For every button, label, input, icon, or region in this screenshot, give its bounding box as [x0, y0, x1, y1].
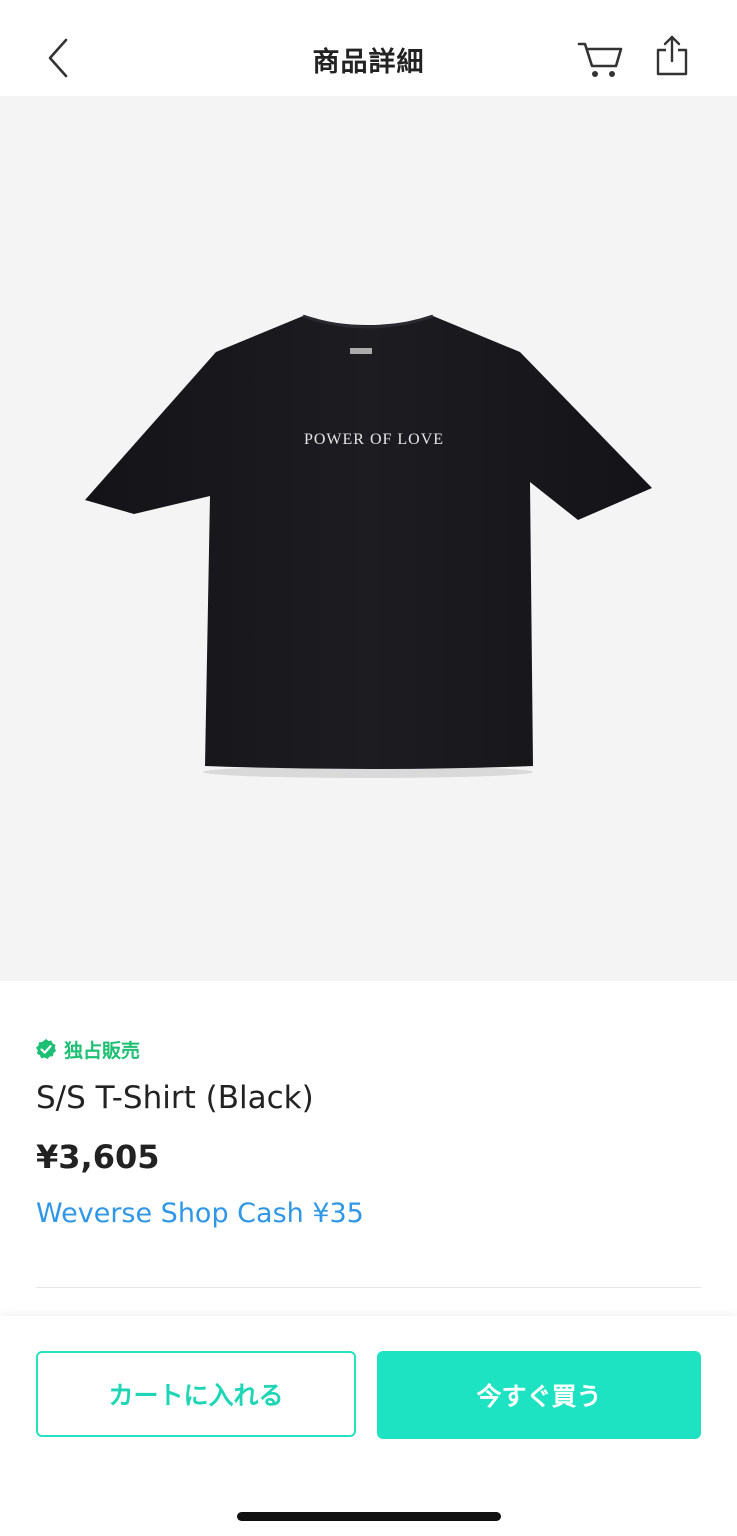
share-button[interactable]: [654, 34, 690, 78]
cart-icon: [577, 42, 623, 77]
verified-check-icon: [36, 1039, 56, 1059]
home-indicator: [237, 1512, 501, 1521]
share-icon: [656, 35, 688, 76]
bottom-action-bar: カートに入れる 今すぐ買う: [0, 1316, 737, 1536]
shirt-print-text: POWER OF LOVE: [304, 431, 444, 448]
cart-button[interactable]: [576, 36, 626, 82]
divider: [36, 1287, 701, 1288]
app-header: 商品詳細: [0, 0, 737, 96]
exclusive-badge: 独占販売: [35, 1036, 140, 1062]
product-name: S/S T-Shirt (Black): [36, 1080, 314, 1116]
buy-now-button[interactable]: 今すぐ買う: [377, 1351, 701, 1439]
product-image[interactable]: POWER OF LOVE: [0, 96, 737, 981]
shop-cash-reward: Weverse Shop Cash ¥35: [36, 1198, 364, 1229]
tshirt-illustration: POWER OF LOVE: [85, 314, 652, 778]
page-title: 商品詳細: [312, 47, 425, 78]
product-price: ¥3,605: [36, 1138, 160, 1176]
badge-label: 独占販売: [64, 1039, 141, 1062]
add-to-cart-button[interactable]: カートに入れる: [36, 1351, 356, 1437]
